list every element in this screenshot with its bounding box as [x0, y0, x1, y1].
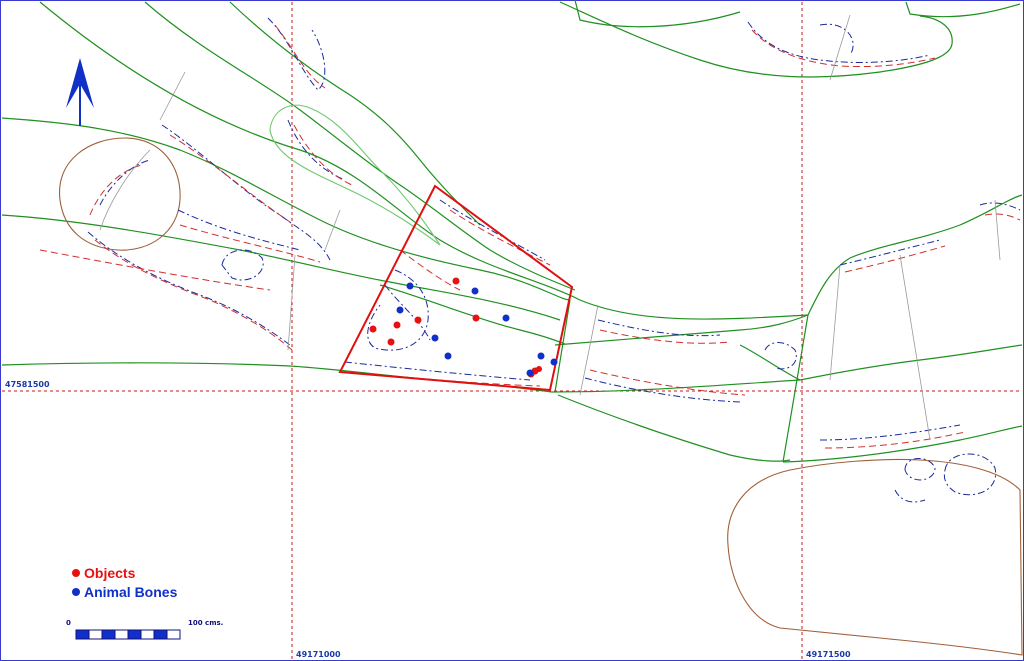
- legend-animal-bones-label: Animal Bones: [84, 584, 178, 600]
- animal-bone-dot-icon: [72, 588, 80, 596]
- grid-label-easting-left: 49171000: [296, 650, 341, 659]
- contour-green-18: [739, 344, 801, 381]
- animal-bone-find-4: [502, 314, 510, 322]
- animal-bone-find-8: [550, 358, 558, 366]
- scale-end-label: 100 cms.: [188, 619, 224, 627]
- contour-green-9: [905, 1, 1021, 18]
- object-dot-icon: [72, 569, 80, 577]
- brown-contours: [59, 137, 1023, 656]
- legend-animal-bones: Animal Bones: [72, 584, 177, 600]
- contour-green-10: [807, 194, 1023, 316]
- contour-green-3: [1, 214, 561, 321]
- animal-bone-find-7: [537, 352, 545, 360]
- legend-objects-label: Objects: [84, 565, 136, 581]
- object-find-6: [472, 314, 480, 322]
- animal-bone-find-5: [431, 334, 439, 342]
- contour-green-1: [39, 1, 809, 320]
- object-find-2: [414, 316, 422, 324]
- contour-green-5: [144, 1, 576, 291]
- site-plan: [1, 0, 1023, 659]
- object-find-9: [536, 366, 542, 372]
- animal-bone-find-3: [396, 306, 404, 314]
- scale-start-label: 0: [66, 619, 71, 627]
- contour-green-8: [574, 0, 741, 28]
- animal-bone-finds: [396, 282, 558, 377]
- animal-bone-find-6: [444, 352, 452, 360]
- contour-green-7: [559, 1, 953, 78]
- contour-green-11: [799, 344, 1023, 381]
- contour-green-16: [554, 299, 571, 393]
- animal-bone-find-2: [471, 287, 479, 295]
- grid-lines: [2, 2, 1022, 659]
- scale-bar: [75, 629, 181, 640]
- dashed-contours: [39, 14, 1021, 503]
- animal-bone-find-1: [406, 282, 414, 290]
- brown-circle-pit: [59, 137, 181, 251]
- object-find-3: [393, 321, 401, 329]
- contour-green-17: [379, 284, 566, 345]
- contour-green-13: [557, 394, 791, 462]
- grid-label-easting-right: 49171500: [806, 650, 851, 659]
- object-find-1: [452, 277, 460, 285]
- legend-objects: Objects: [72, 565, 135, 581]
- animal-bone-find-9: [526, 369, 534, 377]
- grid-label-northing: 47581500: [5, 380, 50, 389]
- object-find-4: [369, 325, 377, 333]
- contour-green-14: [782, 425, 1023, 463]
- object-finds: [369, 277, 542, 378]
- contour-green-15: [782, 314, 809, 463]
- north-arrow-icon: [66, 58, 94, 126]
- green-contours: [1, 0, 1023, 463]
- object-find-5: [387, 338, 395, 346]
- brown-large-feature: [727, 458, 1023, 656]
